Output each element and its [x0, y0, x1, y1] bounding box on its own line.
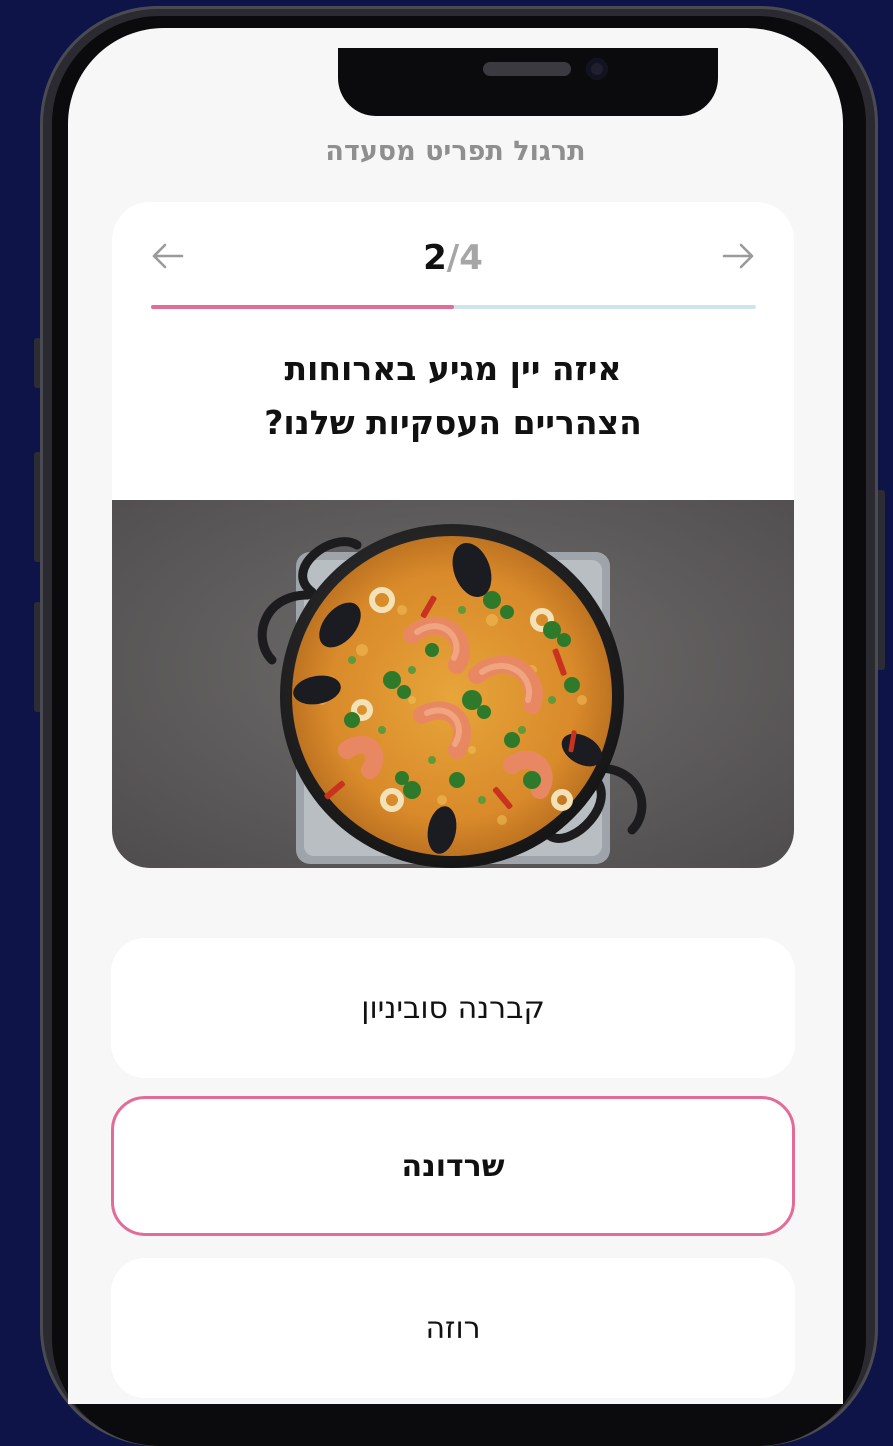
front-camera [586, 58, 608, 80]
question-text: איזה יין מגיע בארוחות הצהריים העסקיות של… [152, 342, 754, 450]
arrow-right-icon [722, 243, 754, 269]
current-question-number: 2 [423, 238, 447, 278]
paella-dish-image [112, 500, 794, 868]
next-question-button[interactable] [718, 236, 758, 276]
answer-option-3-label: רוזה [425, 1310, 481, 1346]
speaker-grille [483, 62, 571, 76]
answer-option-2-selected[interactable]: שרדונה [111, 1096, 795, 1236]
counter-separator: / [446, 238, 460, 278]
question-line-2: הצהריים העסקיות שלנו? [264, 403, 642, 442]
progress-bar-fill [151, 305, 454, 309]
progress-bar [151, 305, 756, 309]
answer-option-2-label: שרדונה [401, 1148, 505, 1184]
question-counter: 2/4 [112, 238, 794, 278]
total-questions-number: 4 [459, 238, 483, 278]
question-card: 2/4 איזה יין מגיע בארוחות הצהריים העסקיו… [112, 202, 794, 868]
question-line-1: איזה יין מגיע בארוחות [284, 349, 622, 388]
phone-screen: תרגול תפריט מסעדה 2/4 איזה יין מגיע בארו… [68, 28, 843, 1404]
answer-option-1-label: קברנה סוביניון [361, 990, 545, 1026]
answer-option-3[interactable]: רוזה [111, 1258, 795, 1398]
page-title: תרגול תפריט מסעדה [325, 136, 586, 167]
phone-notch [338, 48, 718, 116]
answer-option-1[interactable]: קברנה סוביניון [111, 938, 795, 1078]
